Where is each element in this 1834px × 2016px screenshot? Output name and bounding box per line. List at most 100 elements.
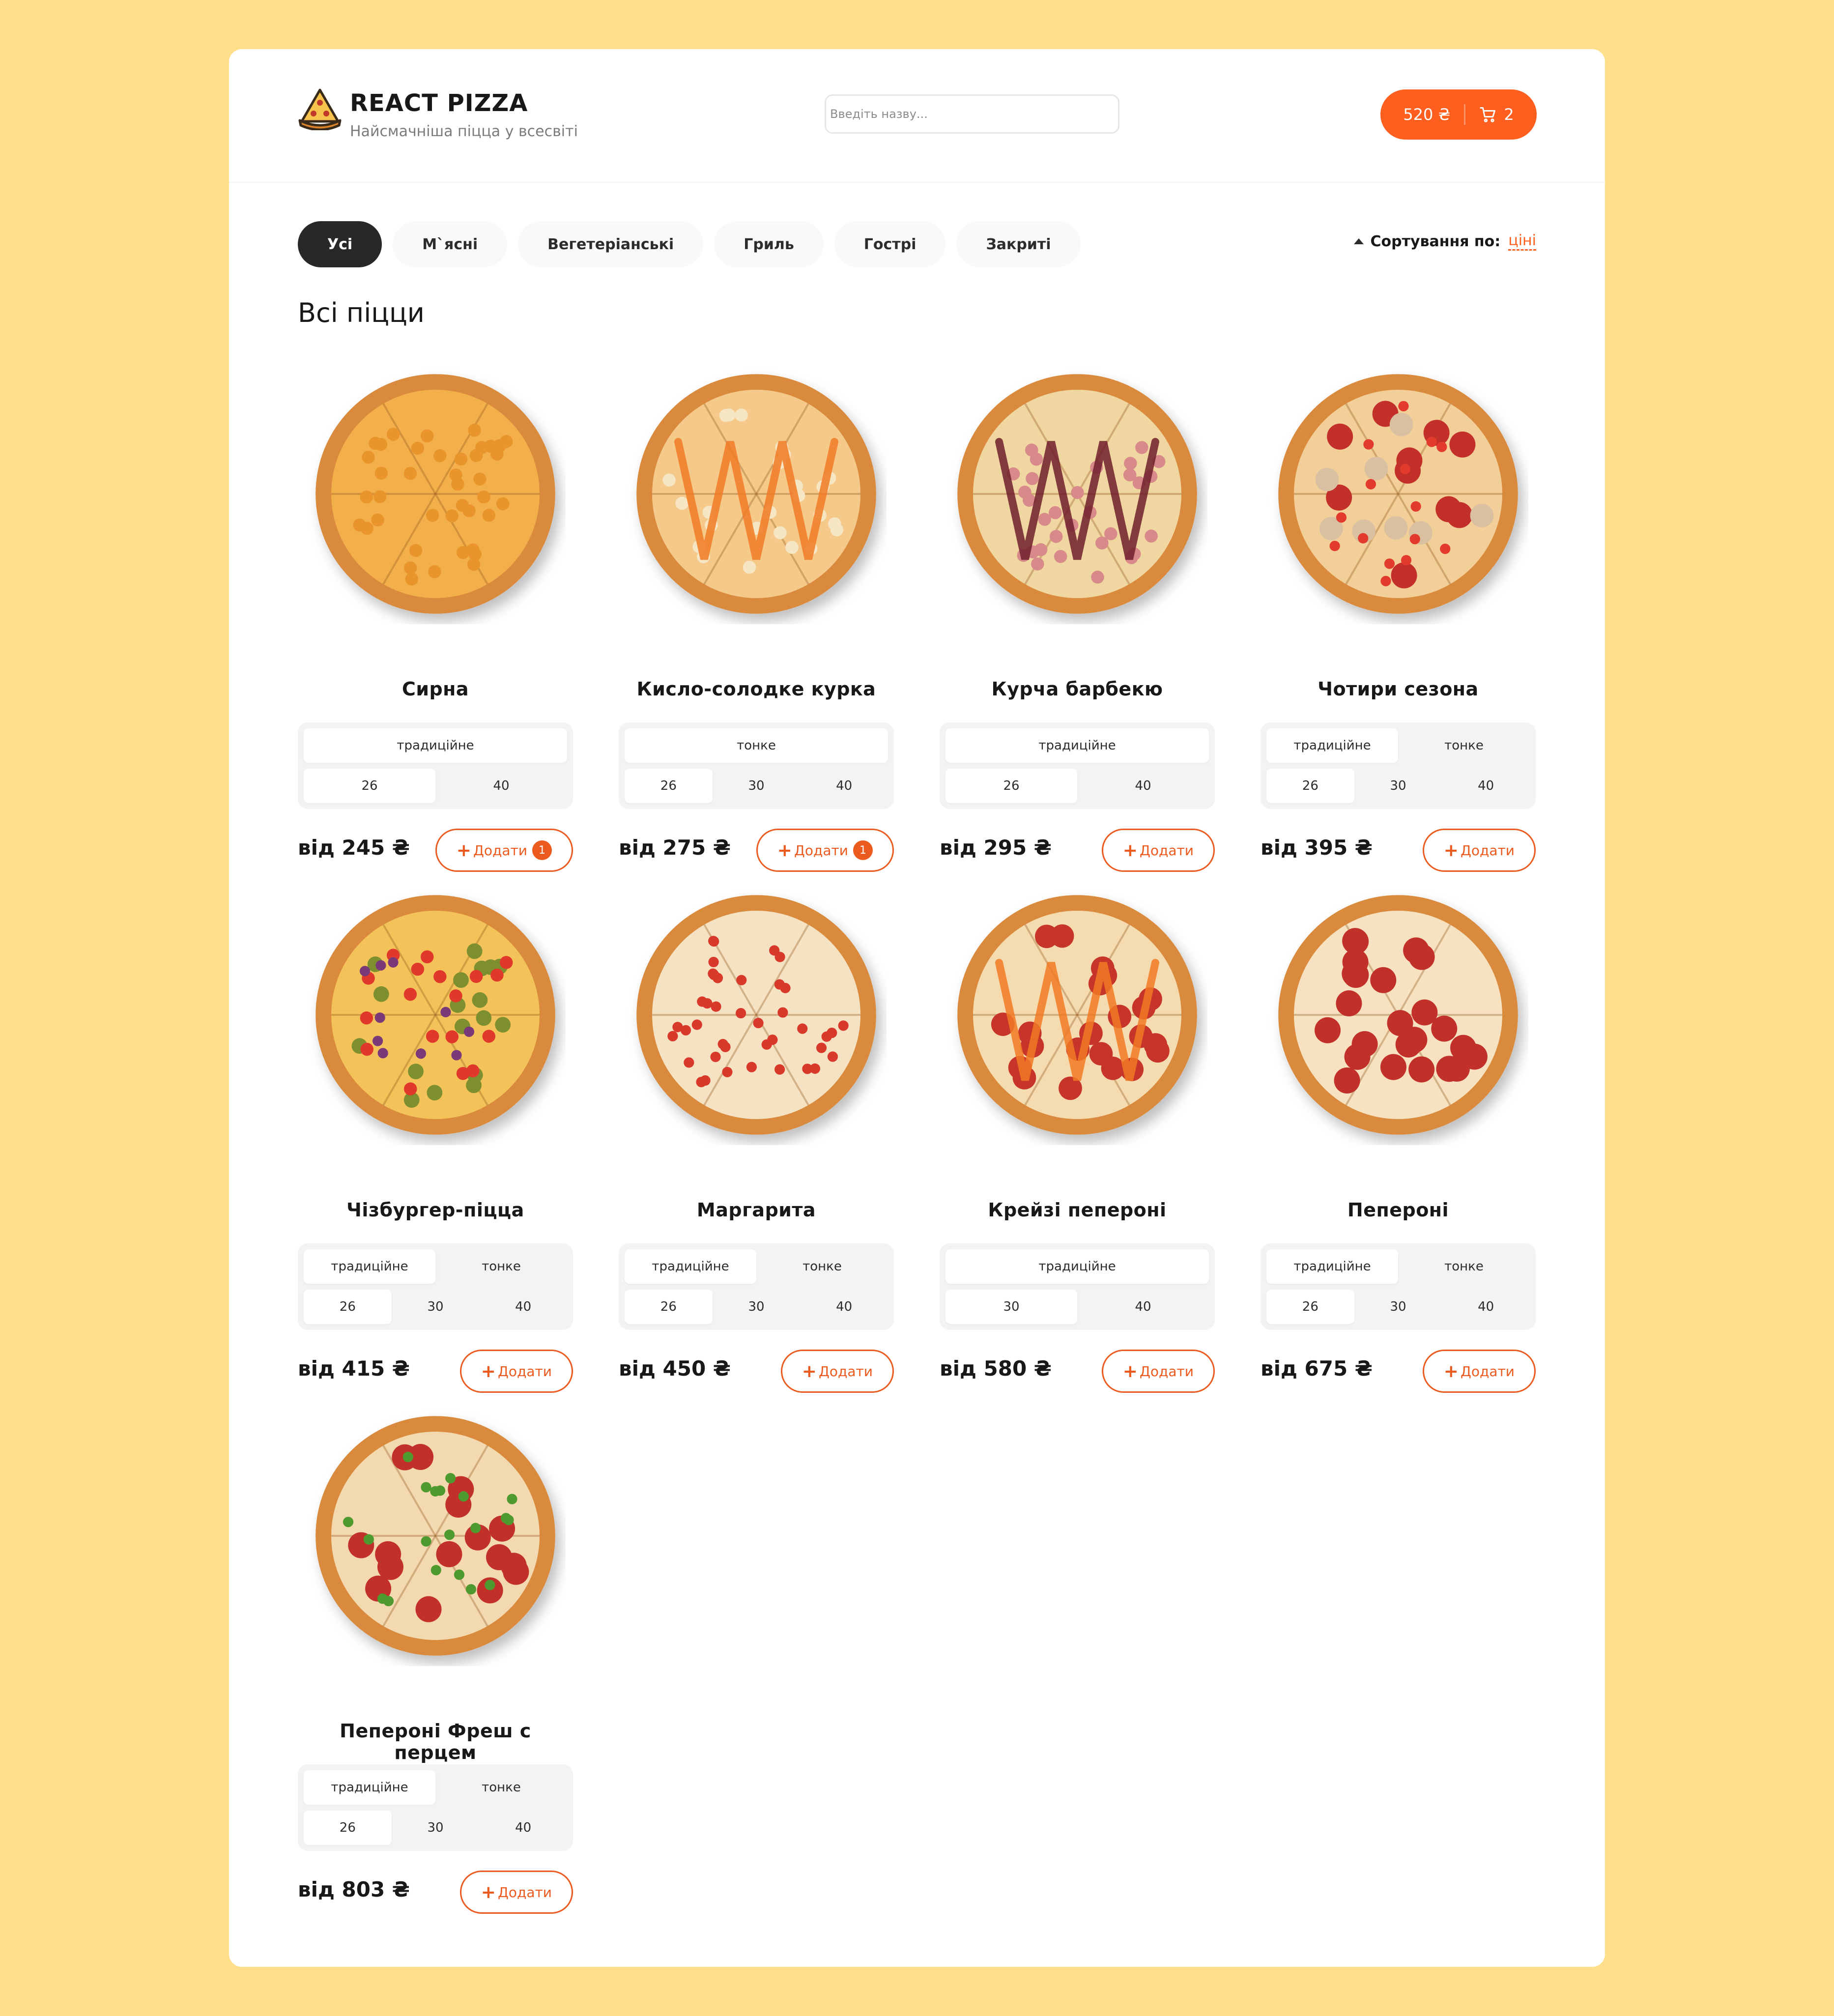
size-option[interactable]: 40 xyxy=(479,1290,567,1324)
dough-type-option[interactable]: тонке xyxy=(1398,728,1530,763)
pizza-name: Крейзі пепероні xyxy=(988,1199,1167,1221)
plus-icon: + xyxy=(481,1882,496,1902)
size-option[interactable]: 40 xyxy=(1442,1290,1530,1324)
size-option[interactable]: 26 xyxy=(304,769,435,803)
dough-type-option[interactable]: тонке xyxy=(625,728,888,763)
dough-type-option[interactable]: традиційне xyxy=(946,1249,1209,1284)
size-option[interactable]: 26 xyxy=(304,1290,392,1324)
count-badge: 1 xyxy=(532,840,552,860)
pizza-card: Пепероні Фреш с перцем традиційне тонке 26 3… xyxy=(298,1406,573,1914)
dough-type-option[interactable]: традиційне xyxy=(304,1770,435,1805)
pizza-options: традиційне тонке 26 30 40 xyxy=(298,1764,573,1851)
category-tab[interactable]: Усі xyxy=(298,221,382,267)
cart-icon xyxy=(1480,107,1496,122)
size-option[interactable]: 30 xyxy=(713,1290,801,1324)
size-option[interactable]: 40 xyxy=(479,1811,567,1845)
size-option[interactable]: 40 xyxy=(800,1290,888,1324)
size-option[interactable]: 26 xyxy=(1266,1290,1354,1324)
add-button-label: Додати xyxy=(1139,842,1194,859)
sort-value[interactable]: ціні xyxy=(1508,232,1536,251)
add-to-cart-button[interactable]: + Додати xyxy=(459,1871,573,1914)
size-option[interactable]: 30 xyxy=(1354,769,1442,803)
size-option[interactable]: 40 xyxy=(435,769,567,803)
pizza-image xyxy=(315,1416,555,1656)
add-button-label: Додати xyxy=(497,1363,552,1380)
pizza-price: від 415 ₴ xyxy=(298,1356,410,1381)
size-option[interactable]: 30 xyxy=(392,1290,480,1324)
pizza-card: Маргарита традиційне тонке 26 30 40 від 450 ₴ +… xyxy=(619,885,894,1393)
add-to-cart-button[interactable]: + Додати xyxy=(459,1350,573,1393)
search-input[interactable] xyxy=(825,94,1119,134)
plus-icon: + xyxy=(1122,840,1138,861)
plus-icon: + xyxy=(1122,1361,1138,1382)
category-tab[interactable]: Вегетеріанські xyxy=(518,221,704,267)
dough-type-option[interactable]: традиційне xyxy=(946,728,1209,763)
plus-icon: + xyxy=(456,840,471,861)
size-option[interactable]: 30 xyxy=(1354,1290,1442,1324)
dough-type-row: традиційне xyxy=(946,728,1209,763)
size-option[interactable]: 40 xyxy=(1077,769,1209,803)
add-to-cart-button[interactable]: + Додати 1 xyxy=(756,829,894,872)
dough-type-option[interactable]: традиційне xyxy=(304,728,567,763)
size-option[interactable]: 26 xyxy=(1266,769,1354,803)
add-to-cart-button[interactable]: + Додати xyxy=(1422,1350,1536,1393)
dough-type-option[interactable]: традиційне xyxy=(1266,728,1398,763)
add-to-cart-button[interactable]: + Додати 1 xyxy=(435,829,573,872)
category-tab[interactable]: Закриті xyxy=(956,221,1081,267)
dough-type-option[interactable]: тонке xyxy=(435,1770,567,1805)
size-option[interactable]: 30 xyxy=(946,1290,1077,1324)
plus-icon: + xyxy=(1443,1361,1459,1382)
pizza-options: традиційне 26 40 xyxy=(940,722,1215,809)
dough-type-option[interactable]: тонке xyxy=(756,1249,888,1284)
dough-type-option[interactable]: традиційне xyxy=(304,1249,435,1284)
add-to-cart-button[interactable]: + Додати xyxy=(1101,1350,1215,1393)
pizza-name: Чотири сезона xyxy=(1318,678,1479,700)
dough-type-option[interactable]: тонке xyxy=(1398,1249,1530,1284)
pizza-card: Крейзі пепероні традиційне 30 40 від 580 ₴ + Д… xyxy=(940,885,1215,1393)
category-tab[interactable]: Гриль xyxy=(714,221,824,267)
size-option[interactable]: 26 xyxy=(625,769,713,803)
dough-type-row: традиційне тонке xyxy=(1266,1249,1530,1284)
dough-type-row: тонке xyxy=(625,728,888,763)
size-option[interactable]: 40 xyxy=(800,769,888,803)
size-row: 26 40 xyxy=(946,769,1209,803)
size-option[interactable]: 26 xyxy=(304,1811,392,1845)
add-to-cart-button[interactable]: + Додати xyxy=(1101,829,1215,872)
dough-type-option[interactable]: традиційне xyxy=(625,1249,756,1284)
dough-type-option[interactable]: тонке xyxy=(435,1249,567,1284)
size-option[interactable]: 26 xyxy=(625,1290,713,1324)
pizza-image xyxy=(315,895,555,1135)
cart-button[interactable]: 520 ₴ 2 xyxy=(1380,89,1537,140)
pizza-image xyxy=(636,895,876,1135)
add-button-label: Додати xyxy=(497,1884,552,1901)
size-option[interactable]: 26 xyxy=(946,769,1077,803)
sort-control[interactable]: Сортування по: ціні xyxy=(1353,232,1536,251)
size-option[interactable]: 40 xyxy=(1077,1290,1209,1324)
size-row: 26 40 xyxy=(304,769,567,803)
pizza-options: традиційне тонке 26 30 40 xyxy=(1261,722,1536,809)
size-option[interactable]: 40 xyxy=(1442,769,1530,803)
cart-divider xyxy=(1464,104,1466,125)
pizza-options: традиційне тонке 26 30 40 xyxy=(298,1243,573,1330)
dough-type-row: традиційне тонке xyxy=(304,1770,567,1805)
pizza-price: від 395 ₴ xyxy=(1261,835,1373,860)
pizza-options: традиційне 30 40 xyxy=(940,1243,1215,1330)
add-to-cart-button[interactable]: + Додати xyxy=(780,1350,894,1393)
size-row: 26 30 40 xyxy=(304,1811,567,1845)
size-option[interactable]: 30 xyxy=(713,769,801,803)
pizza-name: Пепероні xyxy=(1347,1199,1449,1221)
plus-icon: + xyxy=(481,1361,496,1382)
plus-icon: + xyxy=(1443,840,1459,861)
brand-subtitle: Найсмачніша піцца у всесвіті xyxy=(350,123,578,140)
category-tab[interactable]: М`ясні xyxy=(393,221,508,267)
size-option[interactable]: 30 xyxy=(392,1811,480,1845)
cart-total: 520 ₴ xyxy=(1403,105,1451,124)
add-button-label: Додати xyxy=(1139,1363,1194,1380)
pizza-name: Чізбургер-піцца xyxy=(346,1199,524,1221)
add-to-cart-button[interactable]: + Додати xyxy=(1422,829,1536,872)
dough-type-option[interactable]: традиційне xyxy=(1266,1249,1398,1284)
pizza-name: Кисло-солодке курка xyxy=(636,678,876,700)
pizza-price: від 275 ₴ xyxy=(619,835,731,860)
category-tab[interactable]: Гострі xyxy=(834,221,946,267)
sort-arrow-icon[interactable] xyxy=(1353,238,1364,244)
